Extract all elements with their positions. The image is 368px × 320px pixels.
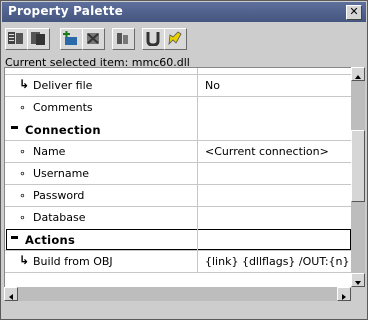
collapse-minus-icon[interactable] (11, 236, 18, 239)
property-label: Build from OBJ (33, 255, 113, 268)
property-grid[interactable]: ↳Version control fileNo↳Deliver fileNo∘C… (4, 67, 352, 288)
collapse-minus-icon[interactable] (11, 126, 18, 129)
scroll-up-button[interactable] (351, 67, 365, 81)
scroll-down-button[interactable] (351, 273, 365, 287)
copy-property-icon (117, 33, 128, 44)
property-name-cell[interactable]: ↳ Version control file (5, 68, 198, 74)
scroll-corner (351, 287, 365, 301)
toolbar (2, 23, 366, 56)
property-name-cell[interactable]: Connection (5, 118, 198, 140)
bullet-icon: ∘ (19, 211, 26, 224)
property-name-cell[interactable]: ↳ Deliver file (5, 74, 198, 96)
property-row[interactable]: ↳ Build from OBJ {link} {dllflags} /OUT:{n… (5, 250, 352, 273)
delete-property-icon (87, 33, 99, 44)
property-row[interactable]: ∘ Password (5, 184, 352, 207)
property-label: Version control file (33, 68, 135, 70)
expand-icon (31, 32, 45, 45)
category-label: Actions (25, 233, 76, 247)
property-row[interactable]: ∘ Username (5, 162, 352, 185)
window-title: Property Palette (8, 4, 123, 18)
property-name-cell[interactable]: ↳ Build from OBJ (5, 250, 198, 272)
collapse-button[interactable] (5, 28, 28, 50)
inherited-arrow-icon: ↳ (19, 253, 30, 267)
property-label: Password (33, 189, 85, 202)
status-bar (2, 302, 366, 318)
property-row[interactable]: ∘ Name <Current connection> (5, 140, 352, 163)
category-label: Connection (25, 123, 101, 137)
union-icon (146, 32, 160, 46)
inherited-arrow-icon: ↳ (19, 68, 29, 69)
property-label: Name (33, 145, 66, 158)
bullet-icon: ∘ (19, 101, 26, 114)
property-palette-window: Property Palette ✕ Current selected item… (0, 0, 368, 320)
vertical-scroll-thumb[interactable] (351, 130, 365, 202)
property-label: Comments (33, 101, 93, 114)
add-property-button[interactable] (60, 28, 83, 50)
property-row[interactable]: ∘ Comments (5, 96, 352, 119)
property-name-cell[interactable]: ∘ Password (5, 184, 198, 206)
union-button[interactable] (142, 28, 165, 50)
delete-property-button[interactable] (82, 28, 105, 50)
scroll-left-button[interactable] (4, 287, 18, 301)
property-name-cell[interactable]: ∘ Comments (5, 96, 198, 118)
pin-button[interactable] (164, 28, 187, 50)
bullet-icon: ∘ (19, 167, 26, 180)
bullet-icon: ∘ (19, 145, 26, 158)
property-label: Database (33, 211, 86, 224)
property-name-cell[interactable]: ∘ Name (5, 140, 198, 162)
add-property-icon (63, 31, 77, 45)
collapse-icon (8, 32, 23, 44)
inherited-arrow-icon: ↳ (19, 77, 30, 91)
scroll-right-button[interactable] (337, 287, 351, 301)
copy-property-button[interactable] (112, 28, 135, 50)
property-name-cell[interactable]: ∘ Database (5, 206, 198, 228)
category-row[interactable]: Connection (5, 118, 352, 141)
title-bar[interactable]: Property Palette ✕ (2, 2, 366, 22)
close-button[interactable]: ✕ (346, 5, 362, 20)
property-row[interactable]: ↳ Deliver file No (5, 74, 352, 97)
vertical-scrollbar[interactable] (351, 67, 365, 287)
pin-icon (168, 31, 182, 46)
property-value[interactable]: No (205, 68, 220, 70)
arrow-up-icon (355, 75, 361, 79)
property-value[interactable]: No (205, 79, 220, 92)
property-row[interactable]: ∘ Database (5, 206, 352, 229)
property-value[interactable]: <Current connection> (205, 145, 329, 158)
property-label: Deliver file (33, 79, 93, 92)
bullet-icon: ∘ (19, 189, 26, 202)
property-label: Username (33, 167, 90, 180)
property-name-cell[interactable]: Actions (5, 228, 198, 250)
property-value[interactable]: {link} {dllflags} /OUT:{n} {1} (205, 255, 352, 268)
property-name-cell[interactable]: ∘ Username (5, 162, 198, 184)
expand-button[interactable] (27, 28, 50, 50)
horizontal-scrollbar[interactable] (4, 287, 351, 301)
category-row[interactable]: Actions (5, 228, 352, 251)
